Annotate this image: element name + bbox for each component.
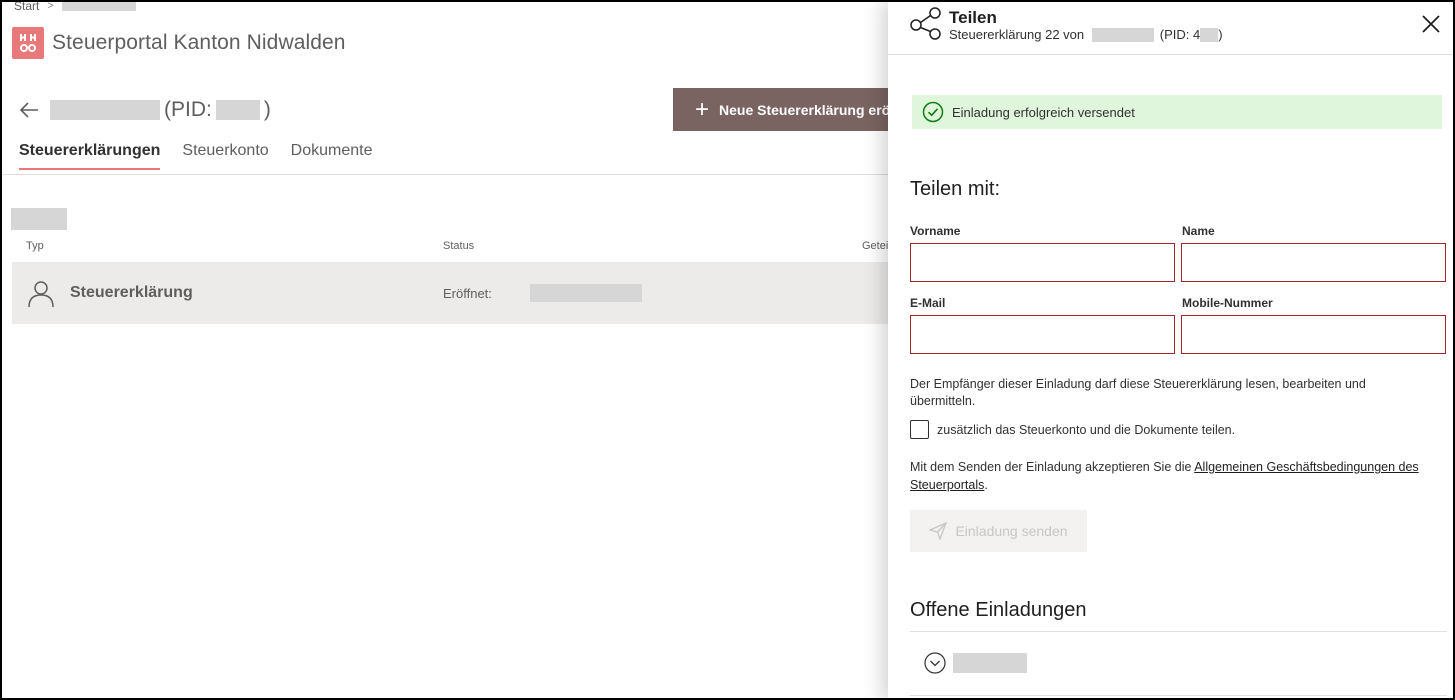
tabs-divider — [2, 174, 892, 175]
check-circle-icon — [922, 101, 944, 123]
share-with-heading: Teilen mit: — [910, 178, 1001, 200]
terms-prefix: Mit dem Senden der Einladung akzeptieren… — [910, 460, 1195, 474]
breadcrumb-separator: > — [47, 0, 54, 12]
canton-logo-icon — [12, 27, 44, 59]
arrow-left-icon[interactable] — [18, 99, 40, 121]
subtitle-name-redacted — [1091, 27, 1154, 42]
permission-info-text: Der Empfänger dieser Einladung darf dies… — [910, 377, 1366, 408]
send-icon — [929, 522, 948, 540]
column-header-status: Status — [443, 240, 475, 252]
first-name-input[interactable] — [910, 243, 1175, 282]
share-icon — [910, 7, 941, 40]
brand-title: Steuerportal Kanton Nidwalden — [52, 31, 346, 54]
send-invitation-label: Einladung senden — [955, 523, 1068, 539]
breadcrumb-start[interactable]: Start — [14, 2, 39, 13]
row-status-label: Eröffnet: — [443, 286, 492, 301]
main-tabs: Steuererklärungen Steuerkonto Dokumente — [19, 142, 373, 170]
person-icon — [28, 281, 54, 308]
share-account-option: zusätzlich das Steuerkonto und die Dokum… — [910, 420, 1235, 439]
terms-suffix: . — [984, 478, 988, 492]
open-invitation-item[interactable] — [924, 652, 1027, 674]
terms-text: Mit dem Senden der Einladung akzeptieren… — [910, 458, 1450, 494]
share-panel: Teilen Steuererklärung 22 von (PID: 4 ) … — [888, 2, 1453, 698]
send-invitation-button[interactable]: Einladung senden — [910, 510, 1087, 552]
person-pid-redacted — [215, 100, 260, 120]
breadcrumb-current-redacted — [61, 2, 136, 11]
success-message-bar: Einladung erfolgreich versendet — [912, 95, 1442, 129]
row-status-value-redacted — [530, 284, 642, 302]
first-name-label: Vorname — [910, 224, 961, 238]
open-invitations-heading: Offene Einladungen — [910, 599, 1087, 621]
brand-header: Steuerportal Kanton Nidwalden — [12, 27, 346, 59]
mobile-label: Mobile-Nummer — [1182, 296, 1273, 310]
close-icon[interactable] — [1419, 12, 1443, 36]
share-account-checkbox-label[interactable]: zusätzlich das Steuerkonto und die Dokum… — [937, 423, 1235, 437]
plus-icon: + — [695, 95, 710, 123]
email-input[interactable] — [910, 315, 1175, 354]
row-type: Steuererklärung — [70, 284, 193, 301]
share-panel-header: Teilen Steuererklärung 22 von (PID: 4 ) — [888, 2, 1453, 55]
invitation-name-redacted — [953, 653, 1027, 673]
share-panel-subtitle: Steuererklärung 22 von (PID: 4 ) — [949, 27, 1223, 42]
tab-steuererklaerungen[interactable]: Steuererklärungen — [19, 142, 161, 170]
subtitle-prefix: Steuererklärung 22 von — [949, 27, 1085, 42]
tab-dokumente[interactable]: Dokumente — [291, 142, 373, 170]
table-row[interactable]: Steuererklärung Eröffnet: — [12, 262, 892, 324]
person-name-redacted — [50, 100, 160, 120]
success-message: Einladung erfolgreich versendet — [952, 104, 1135, 120]
last-name-input[interactable] — [1181, 243, 1446, 282]
subtitle-pid: (PID: 4 — [1159, 27, 1201, 42]
email-label: E-Mail — [910, 296, 946, 310]
breadcrumb: Start > — [14, 0, 136, 13]
person-title: (PID: ) — [50, 98, 271, 122]
column-header-type: Typ — [26, 240, 44, 252]
mobile-input[interactable] — [1181, 315, 1446, 354]
chevron-down-circle-icon[interactable] — [924, 652, 946, 674]
share-panel-title: Teilen — [949, 8, 997, 27]
open-invitations-divider — [910, 631, 1447, 632]
invitation-divider — [910, 695, 1447, 696]
person-pid-prefix: (PID: — [164, 98, 212, 121]
share-account-checkbox[interactable] — [910, 420, 929, 439]
person-pid-suffix: ) — [263, 98, 271, 121]
app-window: Start > Steuerportal Kanton Nidwalden (P… — [0, 0, 1455, 700]
subtitle-suffix: ) — [1218, 27, 1223, 42]
person-header: (PID: ) — [18, 98, 271, 122]
last-name-label: Name — [1182, 224, 1215, 238]
section-title-redacted — [11, 208, 67, 230]
subtitle-pid-redacted — [1200, 27, 1219, 42]
tab-steuerkonto[interactable]: Steuerkonto — [182, 142, 268, 170]
